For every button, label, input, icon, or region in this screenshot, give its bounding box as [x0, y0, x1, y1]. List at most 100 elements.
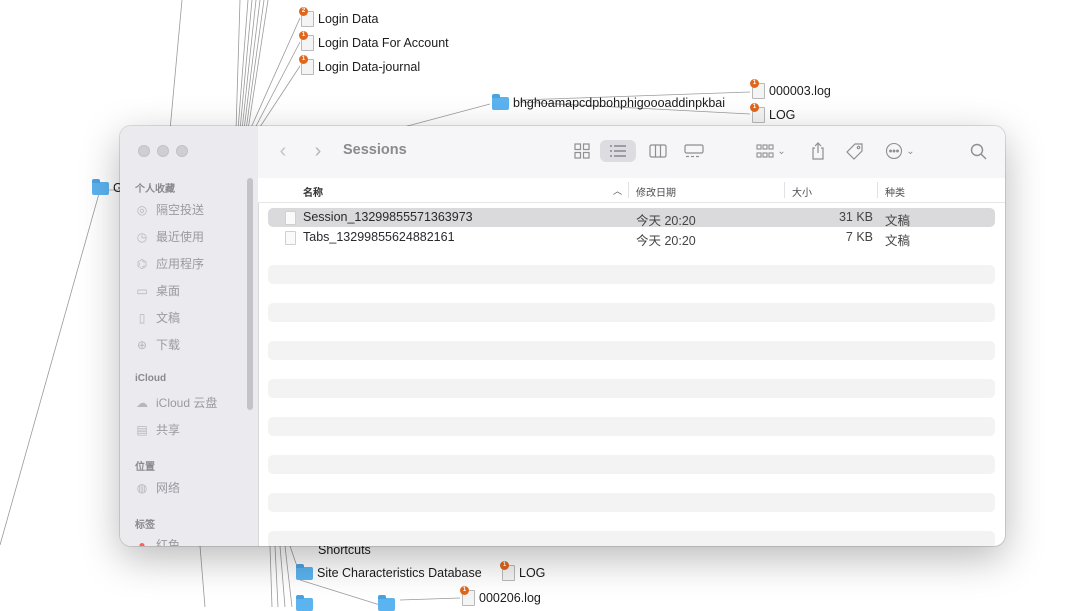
node-label: Login Data For Account [318, 36, 449, 50]
file-row[interactable]: Tabs_13299855624882161 今天 20:20 7 KB 文稿 [268, 228, 995, 248]
node-label: Login Data-journal [318, 60, 421, 74]
clock-icon: ◷ [136, 229, 148, 244]
document-icon: 2 [299, 7, 314, 27]
node-label: 000003.log [769, 84, 831, 98]
close-window-button[interactable] [138, 145, 150, 157]
empty-row-stripe [268, 417, 995, 436]
chevron-right-icon: › [314, 139, 322, 162]
node-label: bhghoamapcdpbohphigoooaddinpkbai [513, 96, 725, 110]
sidebar-item-label: 最近使用 [156, 230, 205, 244]
column-divider [877, 182, 878, 198]
graph-node-000003-log[interactable]: 1 000003.log [750, 79, 831, 99]
sidebar-item-shared[interactable]: ▤ 共享 [135, 421, 180, 438]
folder-icon [378, 595, 395, 611]
badge-count: 1 [299, 31, 308, 40]
document-icon: 1 [500, 561, 515, 581]
file-size: 7 KB [845, 230, 873, 244]
graph-node-site-characteristics-database[interactable]: Site Characteristics Database [296, 563, 482, 580]
graph-node-login-data[interactable]: 2 Login Data [299, 7, 379, 27]
sidebar-item-label: 下载 [156, 338, 181, 352]
file-kind: 文稿 [885, 234, 911, 248]
shared-folder-icon: ▤ [136, 422, 148, 437]
folder-icon [296, 595, 313, 611]
more-actions-button[interactable]: ⌄ [880, 140, 920, 162]
minimize-window-button[interactable] [157, 145, 169, 157]
sort-chevron-up-icon[interactable]: ︿ [613, 184, 622, 197]
finder-window[interactable]: 个人收藏 ◎ 隔空投送 ◷ 最近使用 ⌬ 应用程序 ▭ 桌面 ▯ 文稿 ⊕ 下载… [120, 126, 1005, 546]
sidebar-item-label: 应用程序 [156, 257, 205, 271]
tag-button[interactable] [840, 140, 870, 162]
group-grid-icon [756, 144, 774, 158]
file-size: 31 KB [838, 210, 873, 224]
graph-node-000206-log[interactable]: 1 000206.log [460, 586, 541, 606]
file-modified: 今天 20:20 [636, 234, 696, 248]
list-header: 名称 ︿ 修改日期 大小 种类 [258, 178, 1005, 203]
sidebar-item-recents[interactable]: ◷ 最近使用 [135, 228, 204, 245]
share-button[interactable] [803, 140, 833, 162]
list-view-button[interactable] [600, 140, 636, 162]
chevron-down-icon: ⌄ [777, 145, 786, 157]
forward-button[interactable]: › [307, 140, 329, 162]
sidebar-item-applications[interactable]: ⌬ 应用程序 [135, 255, 204, 272]
badge-count: 2 [299, 7, 308, 16]
sidebar-section-favorites: 个人收藏 [135, 184, 175, 195]
cloud-icon: ☁ [136, 395, 148, 410]
sidebar-item-label: 文稿 [156, 311, 181, 325]
zoom-window-button[interactable] [176, 145, 188, 157]
graph-node-left-folder[interactable]: G [92, 178, 123, 195]
badge-count: 1 [750, 103, 759, 112]
sidebar-section-locations: 位置 [135, 462, 155, 473]
badge-count: 1 [460, 586, 469, 595]
sidebar-scrollbar[interactable] [247, 178, 253, 410]
column-header-name[interactable]: 名称 [303, 184, 323, 199]
gallery-view-button[interactable] [679, 140, 709, 162]
file-name: Session_13299855571363973 [303, 210, 473, 224]
column-header-size[interactable]: 大小 [792, 184, 812, 199]
chevron-left-icon: ‹ [279, 139, 287, 162]
sidebar-item-network[interactable]: ◍ 网络 [135, 479, 180, 496]
sidebar-item-airdrop[interactable]: ◎ 隔空投送 [135, 201, 204, 218]
folder-icon [296, 563, 313, 580]
column-divider [628, 182, 629, 198]
column-view-button[interactable] [643, 140, 673, 162]
graph-node-partial-folder-2[interactable] [378, 595, 395, 611]
document-icon: 1 [299, 31, 314, 51]
finder-sidebar: 个人收藏 ◎ 隔空投送 ◷ 最近使用 ⌬ 应用程序 ▭ 桌面 ▯ 文稿 ⊕ 下载… [120, 126, 259, 546]
node-label: Login Data [318, 12, 379, 26]
graph-node-log-top[interactable]: 1 LOG [750, 103, 796, 123]
share-icon [812, 142, 824, 160]
graph-node-login-data-journal[interactable]: 1 Login Data-journal [299, 55, 421, 75]
document-icon [285, 231, 296, 245]
group-by-button[interactable]: ⌄ [751, 140, 791, 162]
search-icon [970, 143, 986, 159]
sidebar-item-downloads[interactable]: ⊕ 下载 [135, 336, 180, 353]
sidebar-item-icloud-drive[interactable]: ☁ iCloud 云盘 [135, 394, 217, 411]
file-row[interactable]: Session_13299855571363973 今天 20:20 31 KB… [268, 208, 995, 228]
node-label: 000206.log [479, 591, 541, 605]
search-button[interactable] [963, 140, 993, 162]
file-name: Tabs_13299855624882161 [303, 230, 455, 244]
graph-node-log-bottom[interactable]: 1 LOG [500, 561, 545, 581]
graph-node-partial-folder-1[interactable] [296, 595, 313, 611]
list-icon [610, 145, 626, 157]
sidebar-item-documents[interactable]: ▯ 文稿 [135, 309, 180, 326]
column-divider [784, 182, 785, 198]
document-icon: 1 [750, 103, 765, 123]
file-modified: 今天 20:20 [636, 214, 696, 228]
sidebar-section-tags: 标签 [135, 520, 155, 531]
back-button[interactable]: ‹ [272, 140, 294, 162]
column-header-kind[interactable]: 种类 [885, 184, 905, 199]
chevron-down-icon: ⌄ [906, 145, 915, 157]
folder-icon [492, 93, 509, 110]
graph-node-extension-folder[interactable]: bhghoamapcdpbohphigoooaddinpkbai [492, 93, 725, 110]
sidebar-item-label: 网络 [156, 481, 181, 495]
badge-count: 1 [500, 561, 509, 570]
empty-row-stripe [268, 455, 995, 474]
node-label: LOG [769, 108, 796, 122]
column-header-modified[interactable]: 修改日期 [636, 184, 676, 199]
sidebar-item-tag-red[interactable]: ● 红色 [135, 536, 180, 547]
empty-row-stripe [268, 531, 995, 546]
graph-node-login-data-for-account[interactable]: 1 Login Data For Account [299, 31, 449, 51]
icon-view-button[interactable] [567, 140, 597, 162]
sidebar-item-desktop[interactable]: ▭ 桌面 [135, 282, 180, 299]
